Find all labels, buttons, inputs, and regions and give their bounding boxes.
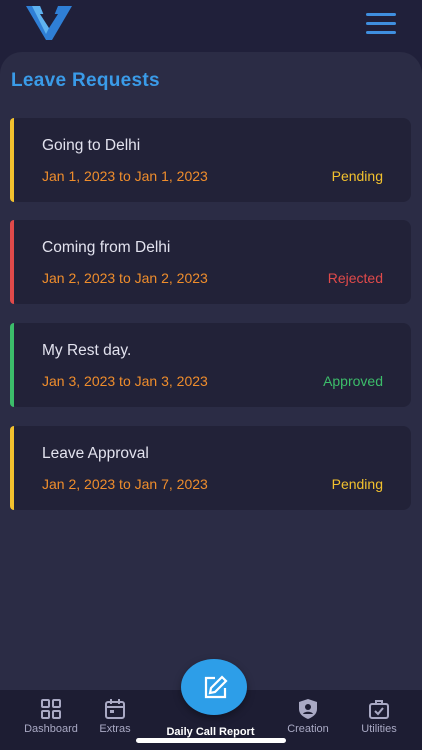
daily-call-report-button[interactable] (181, 659, 247, 715)
leave-title: Leave Approval (42, 445, 149, 462)
leave-dates: Jan 3, 2023 to Jan 3, 2023 (42, 373, 208, 389)
edit-icon (204, 675, 228, 699)
leave-request-card[interactable]: My Rest day. Jan 3, 2023 to Jan 3, 2023 … (10, 323, 411, 407)
hamburger-menu-icon[interactable] (366, 13, 396, 35)
leave-title: My Rest day. (42, 342, 132, 359)
leave-dates: Jan 2, 2023 to Jan 2, 2023 (42, 270, 208, 286)
briefcase-check-icon (369, 700, 389, 719)
nav-extras[interactable]: Extras (75, 698, 155, 735)
leave-request-card[interactable]: Going to Delhi Jan 1, 2023 to Jan 1, 202… (10, 118, 411, 202)
status-badge: Pending (331, 476, 383, 492)
status-indicator-bar (10, 118, 14, 202)
status-badge: Approved (323, 373, 383, 389)
shield-user-icon (299, 699, 317, 719)
leave-dates: Jan 1, 2023 to Jan 1, 2023 (42, 168, 208, 184)
leave-title: Coming from Delhi (42, 239, 171, 256)
nav-creation[interactable]: Creation (268, 698, 348, 735)
top-bar (0, 0, 422, 52)
page-title: Leave Requests (11, 70, 160, 91)
leave-dates: Jan 2, 2023 to Jan 7, 2023 (42, 476, 208, 492)
v-logo-icon[interactable] (26, 4, 72, 42)
calendar-icon (105, 699, 125, 719)
dashboard-icon (41, 699, 61, 719)
nav-utilities-label: Utilities (361, 723, 397, 735)
status-indicator-bar (10, 323, 14, 407)
status-badge: Rejected (327, 270, 383, 286)
nav-extras-label: Extras (99, 723, 131, 735)
leave-request-card[interactable]: Leave Approval Jan 2, 2023 to Jan 7, 202… (10, 426, 411, 510)
nav-creation-label: Creation (287, 723, 329, 735)
status-indicator-bar (10, 426, 14, 510)
nav-daily-call-report-label: Daily Call Report (166, 726, 255, 738)
nav-utilities[interactable]: Utilities (339, 698, 419, 735)
leave-title: Going to Delhi (42, 137, 141, 154)
home-indicator (136, 738, 286, 743)
status-badge: Pending (331, 168, 383, 184)
status-indicator-bar (10, 220, 14, 304)
leave-request-card[interactable]: Coming from Delhi Jan 2, 2023 to Jan 2, … (10, 220, 411, 304)
